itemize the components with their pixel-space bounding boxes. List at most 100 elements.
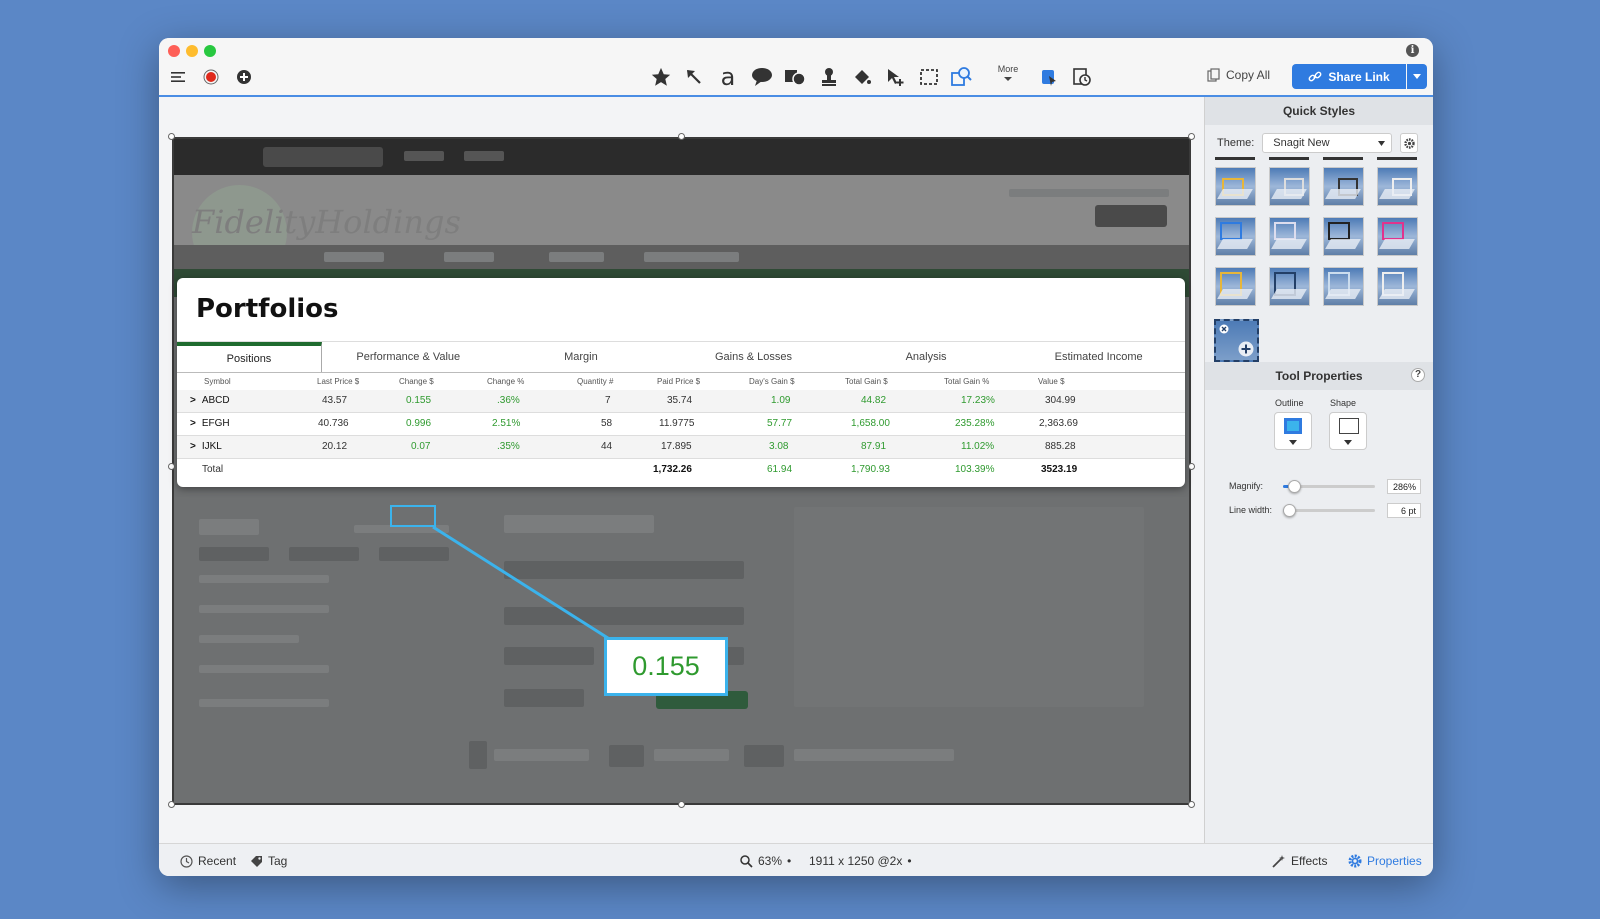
chevron-right-icon[interactable]: > [190, 441, 196, 452]
favorites-star-icon[interactable] [648, 64, 674, 90]
shape-picker[interactable] [1329, 412, 1367, 450]
resize-handle[interactable] [168, 801, 175, 808]
style-thumbnail[interactable] [1269, 157, 1309, 160]
more-tools-button[interactable]: More [993, 64, 1023, 90]
magnify-label: Magnify: [1229, 481, 1264, 491]
style-thumbnail[interactable] [1323, 217, 1364, 256]
resize-handle[interactable] [1188, 463, 1195, 470]
style-thumbnail[interactable] [1215, 267, 1256, 306]
magnified-callout[interactable]: 0.155 [604, 637, 728, 696]
share-link-label: Share Link [1328, 69, 1390, 84]
total-days-gain: 61.94 [767, 464, 793, 475]
recent-button[interactable]: Recent [180, 854, 236, 868]
plus-icon [1238, 341, 1254, 357]
dimensions-control[interactable]: 1911 x 1250 @2x • [809, 854, 912, 868]
callout-tool-icon[interactable] [749, 64, 775, 90]
close-window-button[interactable] [168, 45, 180, 57]
style-thumbnail[interactable] [1377, 167, 1418, 206]
style-thumbnail[interactable] [1269, 217, 1310, 256]
column-header: Change $ [399, 377, 434, 386]
magnify-value-field[interactable]: 286% [1387, 479, 1421, 494]
style-thumbnail[interactable] [1215, 217, 1256, 256]
shape-tool-icon[interactable] [782, 64, 808, 90]
resize-handle[interactable] [678, 133, 685, 140]
theme-settings-button[interactable] [1400, 133, 1419, 153]
style-thumbnail[interactable] [1323, 267, 1364, 306]
blurred-topbar [174, 139, 1189, 175]
resize-handle[interactable] [1188, 801, 1195, 808]
effects-button[interactable]: Effects [1272, 854, 1327, 868]
new-capture-icon[interactable] [234, 67, 254, 87]
clock-icon [180, 854, 193, 868]
resize-handle[interactable] [168, 133, 175, 140]
change-pct: .36% [497, 395, 520, 406]
table-row[interactable]: > ABCD 43.57 0.155 .36% 7 35.74 1.09 44.8… [177, 390, 1185, 413]
fill-tool-icon[interactable] [849, 64, 875, 90]
style-thumbnail[interactable] [1377, 157, 1417, 160]
share-options-dropdown[interactable] [1407, 64, 1427, 89]
quantity: 7 [605, 395, 611, 406]
chevron-right-icon[interactable]: > [190, 395, 196, 406]
help-icon[interactable]: ? [1411, 368, 1425, 382]
history-icon[interactable] [1069, 64, 1095, 90]
arrow-tool-icon[interactable] [681, 64, 707, 90]
magnify-tool-icon[interactable] [949, 64, 975, 90]
style-thumbnail[interactable] [1269, 167, 1310, 206]
add-quick-style-button[interactable] [1214, 319, 1259, 362]
resize-handle[interactable] [678, 801, 685, 808]
style-thumbnail[interactable] [1215, 167, 1256, 206]
change-pct: .35% [497, 441, 520, 452]
link-icon [1308, 71, 1322, 81]
line-width-slider-handle[interactable] [1282, 504, 1296, 517]
style-thumbnail[interactable] [1377, 217, 1418, 256]
properties-button[interactable]: Properties [1348, 854, 1422, 868]
copy-icon [1207, 68, 1220, 82]
line-width-slider[interactable] [1283, 509, 1375, 512]
tag-button[interactable]: Tag [250, 854, 287, 868]
chevron-right-icon[interactable]: > [190, 418, 196, 429]
resize-handle[interactable] [168, 463, 175, 470]
tab-margin[interactable]: Margin [495, 342, 668, 372]
resize-handle[interactable] [1188, 133, 1195, 140]
info-icon[interactable]: i [1406, 44, 1419, 57]
magnify-source-box[interactable] [390, 505, 436, 527]
zoom-window-button[interactable] [204, 45, 216, 57]
table-row[interactable]: > EFGH 40.736 0.996 2.51% 58 11.9775 57.7… [177, 413, 1185, 436]
tab-positions[interactable]: Positions [177, 342, 322, 372]
copy-all-button[interactable]: Copy All [1207, 68, 1270, 82]
value: 2,363.69 [1039, 418, 1078, 429]
quantity: 58 [601, 418, 613, 429]
style-thumbnail[interactable] [1323, 167, 1364, 206]
paid-price: 35.74 [667, 395, 693, 406]
column-header: Total Gain $ [845, 377, 888, 386]
line-width-value-field[interactable]: 6 pt [1387, 503, 1421, 518]
theme-select[interactable]: Snagit New [1262, 133, 1393, 153]
tab-estimated-income[interactable]: Estimated Income [1012, 342, 1185, 372]
share-link-button[interactable]: Share Link [1292, 64, 1406, 89]
selection-tool-icon[interactable] [916, 64, 942, 90]
total-value: 3523.19 [1041, 464, 1078, 475]
image-dimensions: 1911 x 1250 @2x [809, 854, 903, 868]
table-row[interactable]: > IJKL 20.12 0.07 .35% 44 17.895 3.08 87.… [177, 436, 1185, 459]
minimize-window-button[interactable] [186, 45, 198, 57]
sidebar-menu-icon[interactable] [168, 67, 188, 87]
tab-gains-losses[interactable]: Gains & Losses [667, 342, 840, 372]
magnify-slider-handle[interactable] [1288, 480, 1302, 493]
tab-analysis[interactable]: Analysis [840, 342, 1013, 372]
style-thumbnail[interactable] [1215, 157, 1255, 160]
outline-color-picker[interactable] [1274, 412, 1312, 450]
chevron-down-icon [1004, 77, 1012, 81]
zoom-control[interactable]: 63% • [740, 854, 791, 868]
stamp-tool-icon[interactable] [816, 64, 842, 90]
style-thumbnail[interactable] [1323, 157, 1363, 160]
record-icon[interactable] [201, 67, 221, 87]
column-header: Paid Price $ [657, 377, 701, 386]
blurred-login-button [1095, 205, 1167, 227]
tab-performance-value[interactable]: Performance & Value [322, 342, 495, 372]
move-tool-icon[interactable] [882, 64, 908, 90]
text-tool-icon[interactable]: a [715, 63, 741, 91]
style-thumbnail[interactable] [1377, 267, 1418, 306]
column-header: Change % [487, 377, 525, 386]
style-thumbnail[interactable] [1269, 267, 1310, 306]
color-picker-icon[interactable] [1036, 64, 1062, 90]
